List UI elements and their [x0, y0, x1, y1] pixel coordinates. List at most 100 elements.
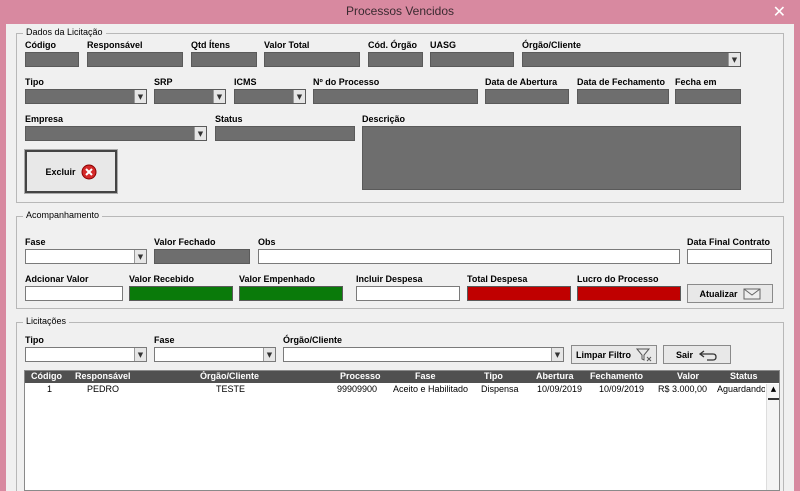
cell-valor: R$ 3.000,00: [658, 384, 708, 394]
return-arrow-icon: [698, 349, 717, 361]
acompanhamento-title: Acompanhamento: [23, 210, 103, 220]
data-final-contrato-label: Data Final Contrato: [687, 237, 771, 247]
data-abertura-field[interactable]: [485, 89, 569, 104]
chevron-down-icon[interactable]: ▼: [728, 53, 740, 66]
valor-fechado-label: Valor Fechado: [154, 237, 216, 247]
cell-fase: Aceito e Habilitado: [393, 384, 469, 394]
cell-codigo: 1: [47, 384, 53, 394]
cell-abertura: 10/09/2019: [537, 384, 583, 394]
list-scrollbar[interactable]: ▲: [766, 384, 779, 490]
valor-fechado-field[interactable]: [154, 249, 250, 264]
chevron-down-icon[interactable]: ▼: [194, 127, 206, 140]
chevron-down-icon[interactable]: ▼: [134, 90, 146, 103]
obs-field[interactable]: [258, 249, 680, 264]
cell-processo: 99909900: [337, 384, 378, 394]
col-processo[interactable]: Processo: [340, 371, 381, 381]
srp-select[interactable]: ▼: [154, 89, 226, 104]
cod-orgao-field[interactable]: [368, 52, 423, 67]
cell-fechamento: 10/09/2019: [599, 384, 645, 394]
cell-responsavel: PEDRO: [87, 384, 120, 394]
qtd-itens-label: Qtd Ítens: [191, 40, 231, 50]
uasg-field[interactable]: [430, 52, 514, 67]
col-fase[interactable]: Fase: [415, 371, 436, 381]
col-orgao[interactable]: Órgão/Cliente: [200, 371, 259, 381]
valor-empenhado-field[interactable]: [239, 286, 343, 301]
total-despesa-label: Total Despesa: [467, 274, 528, 284]
status-label: Status: [215, 114, 243, 124]
empresa-select[interactable]: ▼: [25, 126, 207, 141]
chevron-down-icon[interactable]: ▼: [293, 90, 305, 103]
fecha-em-field[interactable]: [675, 89, 741, 104]
title-bar: Processos Vencidos ✕: [0, 0, 800, 24]
lucro-processo-label: Lucro do Processo: [577, 274, 659, 284]
fase-label: Fase: [25, 237, 46, 247]
atualizar-button[interactable]: Atualizar: [687, 284, 773, 303]
orgao-cliente-select[interactable]: ▼: [522, 52, 741, 67]
form-client: Dados da Licitação Código Responsável Qt…: [6, 24, 794, 491]
icms-select[interactable]: ▼: [234, 89, 306, 104]
limpar-filtro-button[interactable]: Limpar Filtro: [571, 345, 657, 364]
adicionar-valor-label: Adcionar Valor: [25, 274, 89, 284]
valor-recebido-label: Valor Recebido: [129, 274, 195, 284]
chevron-down-icon[interactable]: ▼: [213, 90, 225, 103]
data-fechamento-label: Data de Fechamento: [577, 77, 666, 87]
obs-label: Obs: [258, 237, 276, 247]
filtro-orgao-select[interactable]: ▼: [283, 347, 564, 362]
filtro-fase-select[interactable]: ▼: [154, 347, 276, 362]
srp-label: SRP: [154, 77, 173, 87]
mail-icon: [743, 288, 760, 299]
clear-filter-icon: [636, 348, 652, 361]
chevron-down-icon[interactable]: ▼: [134, 348, 146, 361]
chevron-down-icon[interactable]: ▼: [263, 348, 275, 361]
descricao-label: Descrição: [362, 114, 406, 124]
col-abertura[interactable]: Abertura: [536, 371, 574, 381]
sair-button[interactable]: Sair: [663, 345, 731, 364]
filtro-tipo-label: Tipo: [25, 335, 44, 345]
col-status[interactable]: Status: [730, 371, 758, 381]
data-final-contrato-field[interactable]: [687, 249, 772, 264]
codigo-field[interactable]: [25, 52, 79, 67]
data-abertura-label: Data de Abertura: [485, 77, 558, 87]
lucro-processo-field[interactable]: [577, 286, 681, 301]
table-row[interactable]: 1 PEDRO TESTE 99909900 Aceito e Habilita…: [25, 384, 765, 396]
qtd-itens-field[interactable]: [191, 52, 257, 67]
valor-total-field[interactable]: [264, 52, 360, 67]
icms-label: ICMS: [234, 77, 257, 87]
cell-orgao: TESTE: [216, 384, 246, 394]
responsavel-label: Responsável: [87, 40, 143, 50]
tipo-select[interactable]: ▼: [25, 89, 147, 104]
valor-empenhado-label: Valor Empenhado: [239, 274, 316, 284]
scroll-up-icon[interactable]: ▲: [768, 384, 779, 394]
total-despesa-field[interactable]: [467, 286, 571, 301]
close-icon[interactable]: ✕: [773, 2, 786, 21]
scroll-thumb[interactable]: [768, 398, 779, 408]
atualizar-label: Atualizar: [699, 288, 738, 299]
col-tipo[interactable]: Tipo: [484, 371, 503, 381]
adicionar-valor-field[interactable]: [25, 286, 123, 301]
codigo-label: Código: [25, 40, 56, 50]
status-field[interactable]: [215, 126, 355, 141]
incluir-despesa-field[interactable]: [356, 286, 460, 301]
licitacoes-list[interactable]: Código Responsável Órgão/Cliente Process…: [24, 370, 780, 491]
list-header: Código Responsável Órgão/Cliente Process…: [25, 371, 779, 383]
data-fechamento-field[interactable]: [577, 89, 669, 104]
num-processo-field[interactable]: [313, 89, 478, 104]
filtro-tipo-select[interactable]: ▼: [25, 347, 147, 362]
num-processo-label: Nº do Processo: [313, 77, 380, 87]
chevron-down-icon[interactable]: ▼: [551, 348, 563, 361]
col-fechamento[interactable]: Fechamento: [590, 371, 643, 381]
excluir-button[interactable]: Excluir: [24, 149, 118, 194]
excluir-label: Excluir: [45, 166, 76, 177]
col-valor[interactable]: Valor: [677, 371, 699, 381]
fase-select[interactable]: ▼: [25, 249, 147, 264]
responsavel-field[interactable]: [87, 52, 183, 67]
col-codigo[interactable]: Código: [31, 371, 62, 381]
col-responsavel[interactable]: Responsável: [75, 371, 131, 381]
cell-tipo: Dispensa: [481, 384, 519, 394]
empresa-label: Empresa: [25, 114, 64, 124]
tipo-label: Tipo: [25, 77, 44, 87]
filtro-orgao-label: Órgão/Cliente: [283, 335, 343, 345]
valor-recebido-field[interactable]: [129, 286, 233, 301]
descricao-field[interactable]: [362, 126, 741, 190]
chevron-down-icon[interactable]: ▼: [134, 250, 146, 263]
